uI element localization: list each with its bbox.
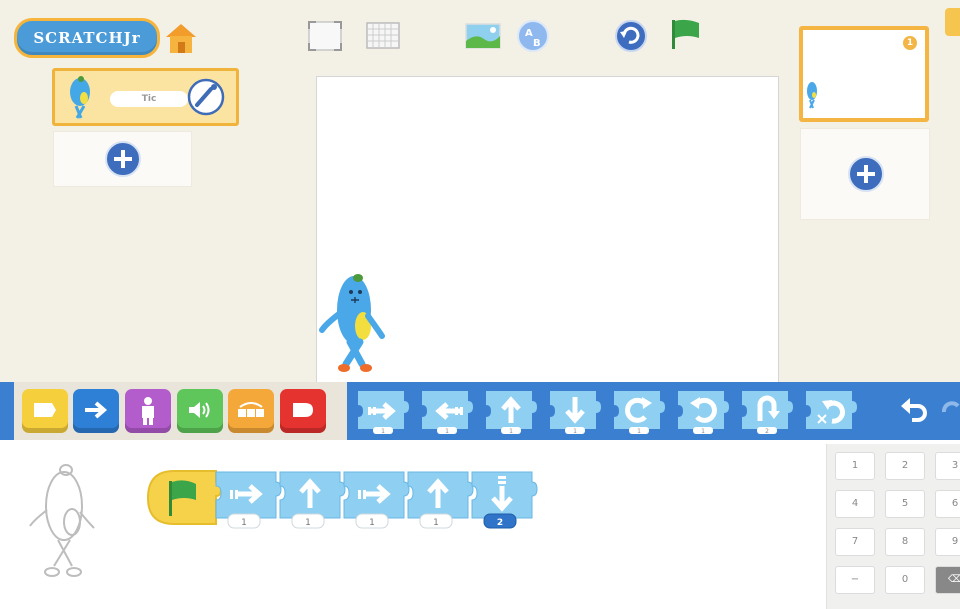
looks-category-button[interactable] [125, 389, 171, 433]
paint-editor-icon[interactable] [186, 77, 226, 117]
turn-right-value: 1 [637, 428, 641, 435]
script-move-down-block[interactable]: 2 [470, 468, 540, 538]
block-palette: 1 1 1 1 1 1 2 [0, 382, 960, 440]
end-block-icon [293, 403, 313, 417]
script-move-up-block[interactable]: 1 [278, 468, 348, 538]
script-move-right-2-value[interactable]: 1 [369, 518, 375, 528]
script-move-up-2-value[interactable]: 1 [433, 518, 439, 528]
green-flag-icon[interactable] [666, 17, 704, 51]
key-6[interactable]: 6 [935, 490, 960, 518]
category-selector [14, 382, 347, 440]
script-move-right-block[interactable]: 1 [214, 468, 284, 538]
turn-right-block[interactable]: 1 [612, 387, 666, 435]
green-flag-start-block[interactable] [144, 468, 222, 528]
svg-text:A: A [525, 28, 533, 39]
page-character-thumbnail [807, 82, 817, 109]
hop-value: 2 [765, 428, 769, 435]
add-page-card [800, 128, 930, 220]
key-5[interactable]: 5 [885, 490, 925, 518]
move-right-value: 1 [381, 428, 385, 435]
key-1[interactable]: 1 [835, 452, 875, 480]
hop-block[interactable]: 2 [740, 387, 794, 435]
trigger-block-icon [34, 403, 56, 417]
home-icon[interactable] [163, 20, 199, 56]
add-text-icon[interactable]: A B [514, 19, 552, 53]
key-9[interactable]: 9 [935, 528, 960, 556]
person-icon [142, 397, 154, 425]
motion-category-button[interactable] [73, 389, 119, 433]
move-right-block[interactable]: 1 [356, 387, 410, 435]
key-4[interactable]: 4 [835, 490, 875, 518]
go-home-block[interactable] [804, 387, 858, 435]
turn-left-value: 1 [701, 428, 705, 435]
background-icon[interactable] [464, 19, 502, 53]
svg-text:B: B [533, 38, 541, 49]
project-header-area: SCRATCHJr A B Tic 1 [0, 0, 960, 383]
control-category-button[interactable] [228, 389, 274, 433]
move-up-value: 1 [509, 428, 513, 435]
sprite-name-field[interactable]: Tic [110, 91, 188, 107]
scratchjr-editor: SCRATCHJr A B Tic 1 1 1 1 1 1 1 2 1 1 1 … [0, 0, 960, 609]
key-minus[interactable]: − [835, 566, 875, 594]
key-0[interactable]: 0 [885, 566, 925, 594]
key-2[interactable]: 2 [885, 452, 925, 480]
sprite-card[interactable]: Tic [52, 68, 239, 126]
arrow-right-icon [85, 401, 108, 419]
key-8[interactable]: 8 [885, 528, 925, 556]
page-number-badge: 1 [903, 36, 917, 50]
reset-characters-icon[interactable] [612, 19, 650, 53]
move-left-value: 1 [445, 428, 449, 435]
script-move-down-value[interactable]: 2 [497, 518, 503, 528]
fullscreen-icon[interactable] [306, 19, 344, 53]
triggering-category-button[interactable] [22, 389, 68, 433]
script-move-up-value[interactable]: 1 [305, 518, 311, 528]
redo-icon[interactable] [940, 394, 960, 426]
sound-category-button[interactable] [177, 389, 223, 433]
add-character-icon[interactable] [104, 140, 142, 178]
script-move-right-value[interactable]: 1 [241, 518, 247, 528]
speaker-icon [189, 402, 210, 418]
undo-icon[interactable] [898, 394, 930, 426]
tic-character[interactable] [318, 270, 388, 378]
end-category-button[interactable] [280, 389, 326, 433]
app-title: SCRATCHJr [33, 29, 141, 47]
key-backspace[interactable]: ⌫ [935, 566, 960, 594]
tic-outline-preview [29, 464, 95, 577]
script-move-right-block-2[interactable]: 1 [342, 468, 412, 538]
add-page-icon[interactable] [847, 155, 885, 193]
project-info-tab[interactable] [945, 8, 960, 36]
page-thumbnail[interactable]: 1 [799, 26, 929, 122]
move-down-value: 1 [573, 428, 577, 435]
script-move-up-block-2[interactable]: 1 [406, 468, 476, 538]
turn-left-block[interactable]: 1 [676, 387, 730, 435]
control-blocks-icon [238, 402, 264, 417]
tic-thumbnail [70, 76, 90, 119]
move-left-block[interactable]: 1 [420, 387, 474, 435]
key-3[interactable]: 3 [935, 452, 960, 480]
key-7[interactable]: 7 [835, 528, 875, 556]
move-up-block[interactable]: 1 [484, 387, 538, 435]
grid-icon[interactable] [364, 19, 402, 53]
move-down-block[interactable]: 1 [548, 387, 602, 435]
scratchjr-logo: SCRATCHJr [14, 18, 160, 58]
number-keypad: 1 2 3 4 5 6 7 8 9 − 0 ⌫ [826, 444, 960, 609]
add-character-card [53, 131, 192, 187]
